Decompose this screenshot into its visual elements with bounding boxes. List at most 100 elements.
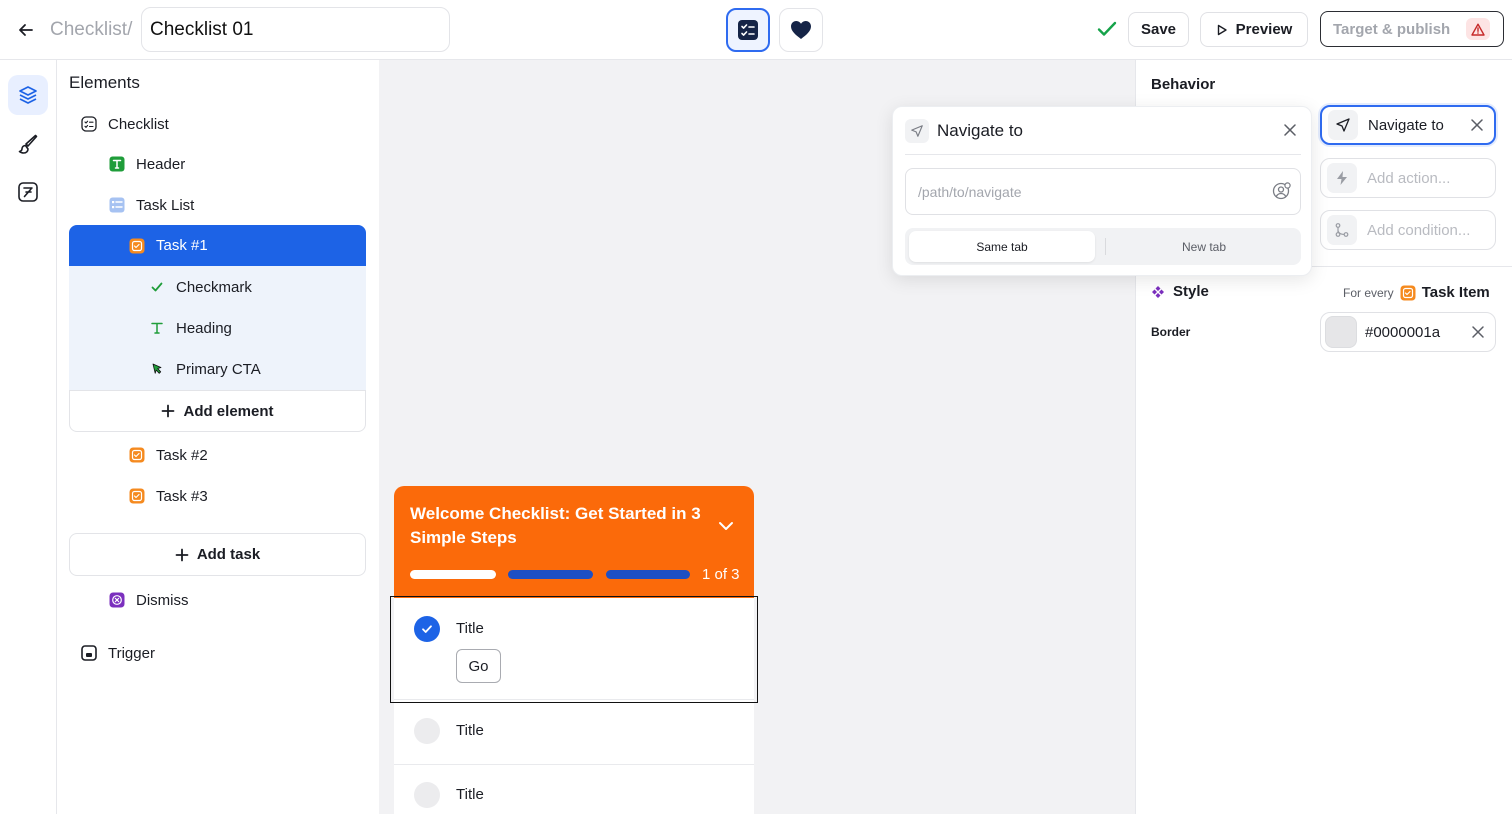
navigate-path-input[interactable]: [905, 168, 1301, 215]
tree-item-heading[interactable]: Heading: [148, 316, 232, 340]
tree-label-trigger: Trigger: [108, 644, 155, 662]
task-title: Title: [456, 722, 484, 739]
task-orange-icon: [128, 487, 146, 505]
heart-icon: [790, 20, 812, 40]
tree-item-trigger[interactable]: Trigger: [80, 641, 155, 665]
add-condition-label: Add condition...: [1367, 221, 1471, 239]
tree-item-primary-cta[interactable]: Primary CTA: [148, 357, 261, 381]
preview-button[interactable]: Preview: [1200, 12, 1308, 47]
for-every-label: For every: [1343, 285, 1394, 300]
add-task-button[interactable]: Add task: [69, 533, 366, 576]
checklist-name-input[interactable]: [141, 7, 450, 52]
style-target[interactable]: For every Task Item: [1343, 284, 1490, 301]
add-condition-chip[interactable]: Add condition...: [1320, 210, 1496, 250]
target-publish-button[interactable]: Target & publish: [1320, 11, 1504, 47]
same-tab-option[interactable]: Same tab: [909, 231, 1095, 262]
border-color-value: #0000001a: [1365, 323, 1441, 341]
list-blue-icon: [108, 196, 126, 214]
breadcrumb[interactable]: Checklist/: [50, 19, 132, 41]
warning-icon: [1466, 18, 1491, 40]
new-tab-option[interactable]: New tab: [1111, 231, 1297, 262]
save-button[interactable]: Save: [1128, 12, 1189, 47]
close-icon[interactable]: [1281, 121, 1299, 139]
plus-icon: [175, 548, 189, 562]
task-incomplete-circle-icon[interactable]: [414, 782, 440, 808]
text-green-icon: [108, 155, 126, 173]
popover-divider: [905, 154, 1301, 155]
task-orange-icon: [128, 237, 146, 255]
tree-label-task-list: Task List: [136, 196, 195, 214]
tree-label-checklist: Checklist: [108, 115, 169, 133]
widget-header[interactable]: Welcome Checklist: Get Started in 3 Simp…: [394, 486, 754, 598]
close-icon[interactable]: [1471, 325, 1485, 339]
tree-item-task-1[interactable]: Task #1: [69, 225, 366, 266]
brush-icon: [17, 133, 39, 155]
tree-label-task-3: Task #3: [156, 487, 208, 505]
lightning-icon: [1327, 163, 1357, 193]
target-publish-label: Target & publish: [1333, 20, 1451, 38]
top-bar: Checklist/ Save Preview Target & publish: [0, 0, 1512, 60]
behavior-title: Behavior: [1151, 76, 1216, 93]
style-brush-button[interactable]: [8, 124, 48, 164]
navigate-action-chip[interactable]: Navigate to: [1320, 105, 1496, 145]
tree-label-heading: Heading: [176, 319, 232, 337]
task-row[interactable]: Title: [394, 764, 754, 814]
border-color-field[interactable]: #0000001a: [1320, 312, 1496, 352]
task-incomplete-circle-icon[interactable]: [414, 718, 440, 744]
preview-label: Preview: [1235, 21, 1293, 38]
elements-panel-title: Elements: [69, 73, 140, 92]
close-icon[interactable]: [1470, 118, 1484, 132]
branch-icon: [1327, 215, 1357, 245]
progress-segment: [410, 570, 496, 579]
add-element-label: Add element: [183, 402, 274, 420]
tab-target-segmented-control: Same tab New tab: [905, 228, 1301, 265]
navigate-chip-label: Navigate to: [1368, 116, 1444, 134]
play-icon: [1216, 24, 1228, 36]
code-button[interactable]: [8, 172, 48, 212]
tree-item-checklist[interactable]: Checklist: [80, 112, 169, 136]
layers-icon: [17, 84, 39, 106]
style-title: Style: [1173, 283, 1209, 300]
tree-label-task-2: Task #2: [156, 446, 208, 464]
tree-label-header: Header: [136, 155, 186, 173]
add-action-label: Add action...: [1367, 169, 1451, 187]
tree-label-primary-cta: Primary CTA: [176, 360, 261, 378]
send-icon: [905, 119, 929, 143]
tree-label-task-1: Task #1: [156, 237, 208, 254]
back-button[interactable]: [14, 18, 38, 42]
add-element-button[interactable]: Add element: [69, 390, 366, 432]
segment-divider: [1105, 238, 1106, 255]
progress-count: 1 of 3: [702, 566, 740, 583]
plus-icon: [161, 404, 175, 418]
task-orange-icon: [128, 446, 146, 464]
favorite-mode-button[interactable]: [779, 8, 823, 52]
layers-button[interactable]: [8, 75, 48, 115]
tree-item-task-list[interactable]: Task List: [108, 193, 194, 217]
navigate-popover: Navigate to Same tab New tab: [892, 106, 1312, 276]
tree-item-task-2[interactable]: Task #2: [128, 443, 208, 467]
function-icon: [17, 181, 39, 203]
checklist-outline-icon: [80, 115, 98, 133]
task-orange-icon: [1400, 285, 1416, 301]
check-green-icon: [148, 278, 166, 296]
add-action-chip[interactable]: Add action...: [1320, 158, 1496, 198]
diamond-purple-icon: [1151, 285, 1165, 299]
tree-label-dismiss: Dismiss: [136, 591, 189, 609]
task-title: Title: [456, 786, 484, 803]
saved-check-icon: [1096, 18, 1118, 40]
tree-item-dismiss[interactable]: Dismiss: [108, 588, 189, 612]
send-icon: [1328, 110, 1358, 140]
border-label: Border: [1151, 325, 1191, 339]
left-rail: [0, 60, 57, 814]
tree-item-task-3[interactable]: Task #3: [128, 484, 208, 508]
progress-segment: [508, 570, 593, 579]
checklist-mode-button[interactable]: [726, 8, 770, 52]
task-row[interactable]: Title: [394, 699, 754, 764]
tree-item-header[interactable]: Header: [108, 152, 185, 176]
tree-item-checkmark[interactable]: Checkmark: [148, 275, 252, 299]
chevron-down-icon[interactable]: [716, 516, 736, 536]
user-settings-icon[interactable]: [1272, 181, 1292, 201]
widget-title: Welcome Checklist: Get Started in 3 Simp…: [410, 504, 701, 547]
tree-label-checkmark: Checkmark: [176, 278, 252, 296]
color-swatch[interactable]: [1325, 316, 1357, 348]
